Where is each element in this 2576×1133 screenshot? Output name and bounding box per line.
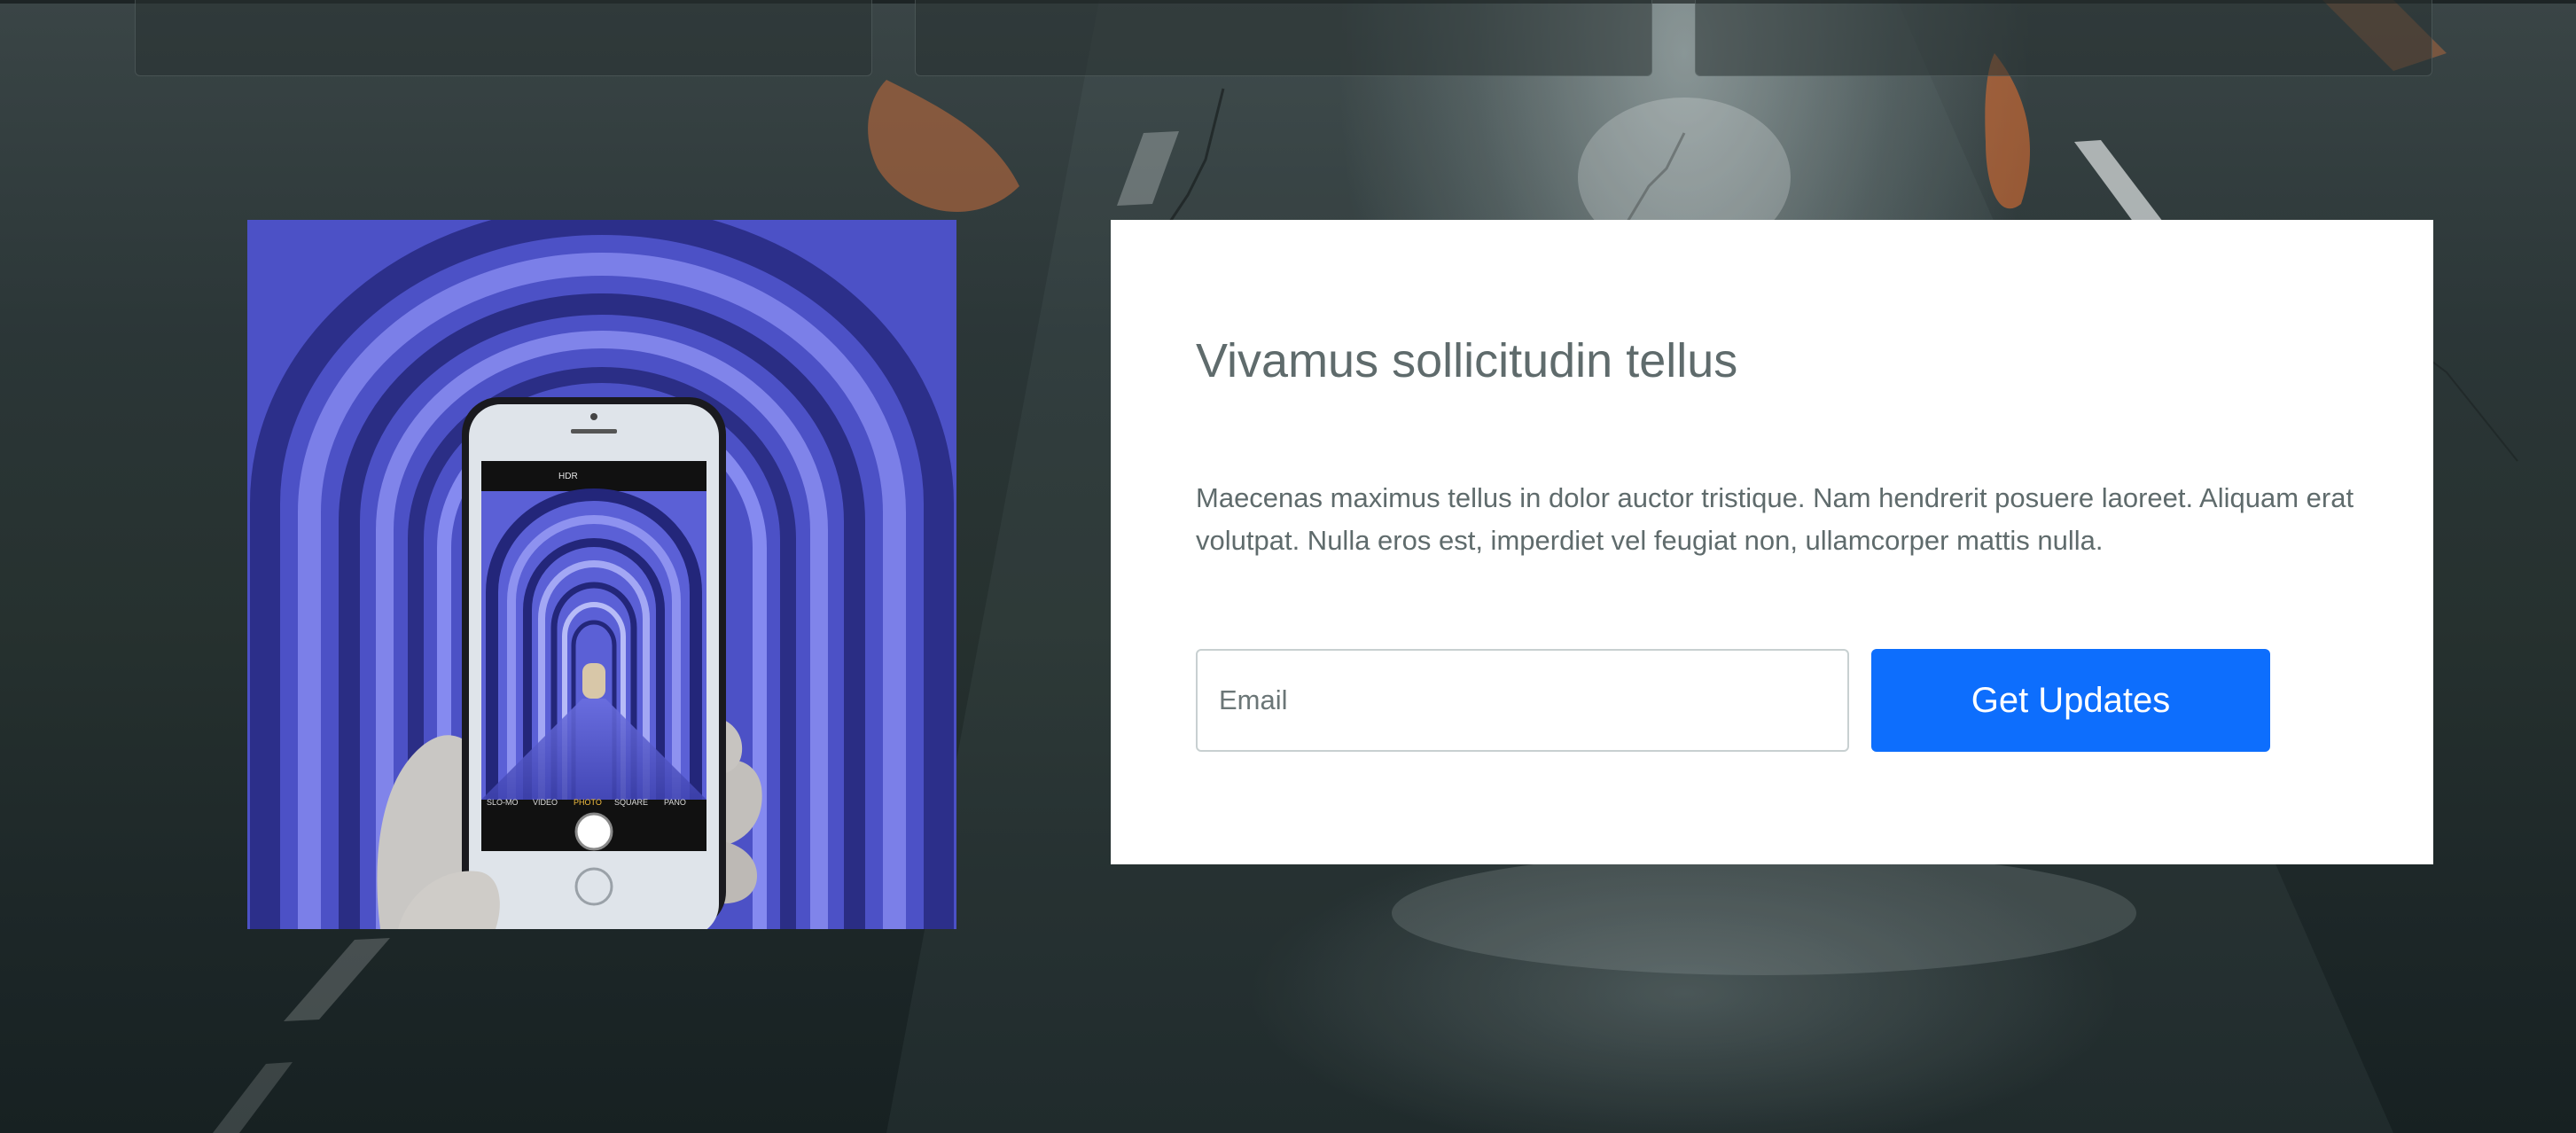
subscribe-title: Vivamus sollicitudin tellus [1196,334,1738,387]
camera-hdr-label: HDR [558,472,578,481]
top-panel-middle [915,0,1652,76]
email-field[interactable] [1196,649,1849,752]
subscribe-description: Maecenas maximus tellus in dolor auctor … [1196,482,2354,556]
camera-mode-photo: PHOTO [574,798,602,807]
camera-mode-pano: PANO [664,798,686,807]
subscribe-card: Vivamus sollicitudin tellus Maecenas max… [1111,220,2433,864]
camera-mode-video: VIDEO [533,798,558,807]
phone-arches-photo: HDR SLO-MO VIDEO PHOTO SQUARE PANO [247,220,956,929]
camera-mode-square: SQUARE [614,798,648,807]
top-panel-left [135,0,872,76]
top-panel-right [1695,0,2432,76]
get-updates-button[interactable]: Get Updates [1871,649,2270,752]
camera-mode-slomo: SLO-MO [487,798,519,807]
